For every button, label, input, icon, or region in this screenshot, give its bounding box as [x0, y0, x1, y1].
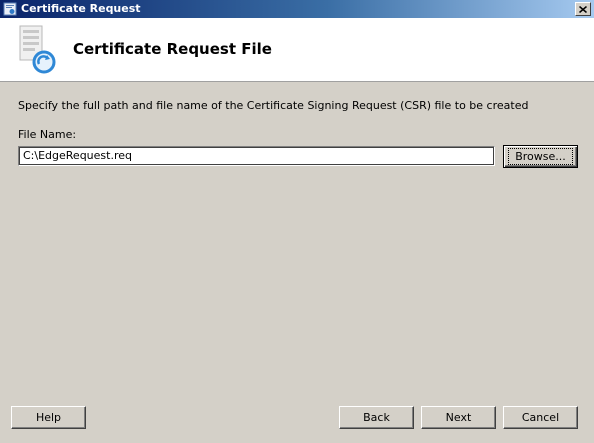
browse-button[interactable]: Browse... — [503, 145, 578, 168]
next-button[interactable]: Next — [421, 406, 496, 429]
window-title: Certificate Request — [21, 2, 141, 15]
certificate-app-icon — [3, 2, 17, 16]
close-icon — [579, 5, 587, 13]
file-name-label: File Name: — [18, 128, 77, 141]
file-name-input[interactable]: C:\EdgeRequest.req — [18, 146, 495, 166]
wizard-header: Certificate Request File — [0, 18, 594, 82]
close-button[interactable] — [575, 2, 591, 16]
page-title: Certificate Request File — [73, 40, 272, 58]
cancel-button[interactable]: Cancel — [503, 406, 578, 429]
help-button[interactable]: Help — [11, 406, 86, 429]
browse-button-label: Browse... — [508, 148, 573, 165]
title-bar: Certificate Request — [0, 0, 594, 18]
certificate-document-icon — [14, 24, 62, 76]
instructions-text: Specify the full path and file name of t… — [18, 99, 529, 112]
back-button[interactable]: Back — [339, 406, 414, 429]
